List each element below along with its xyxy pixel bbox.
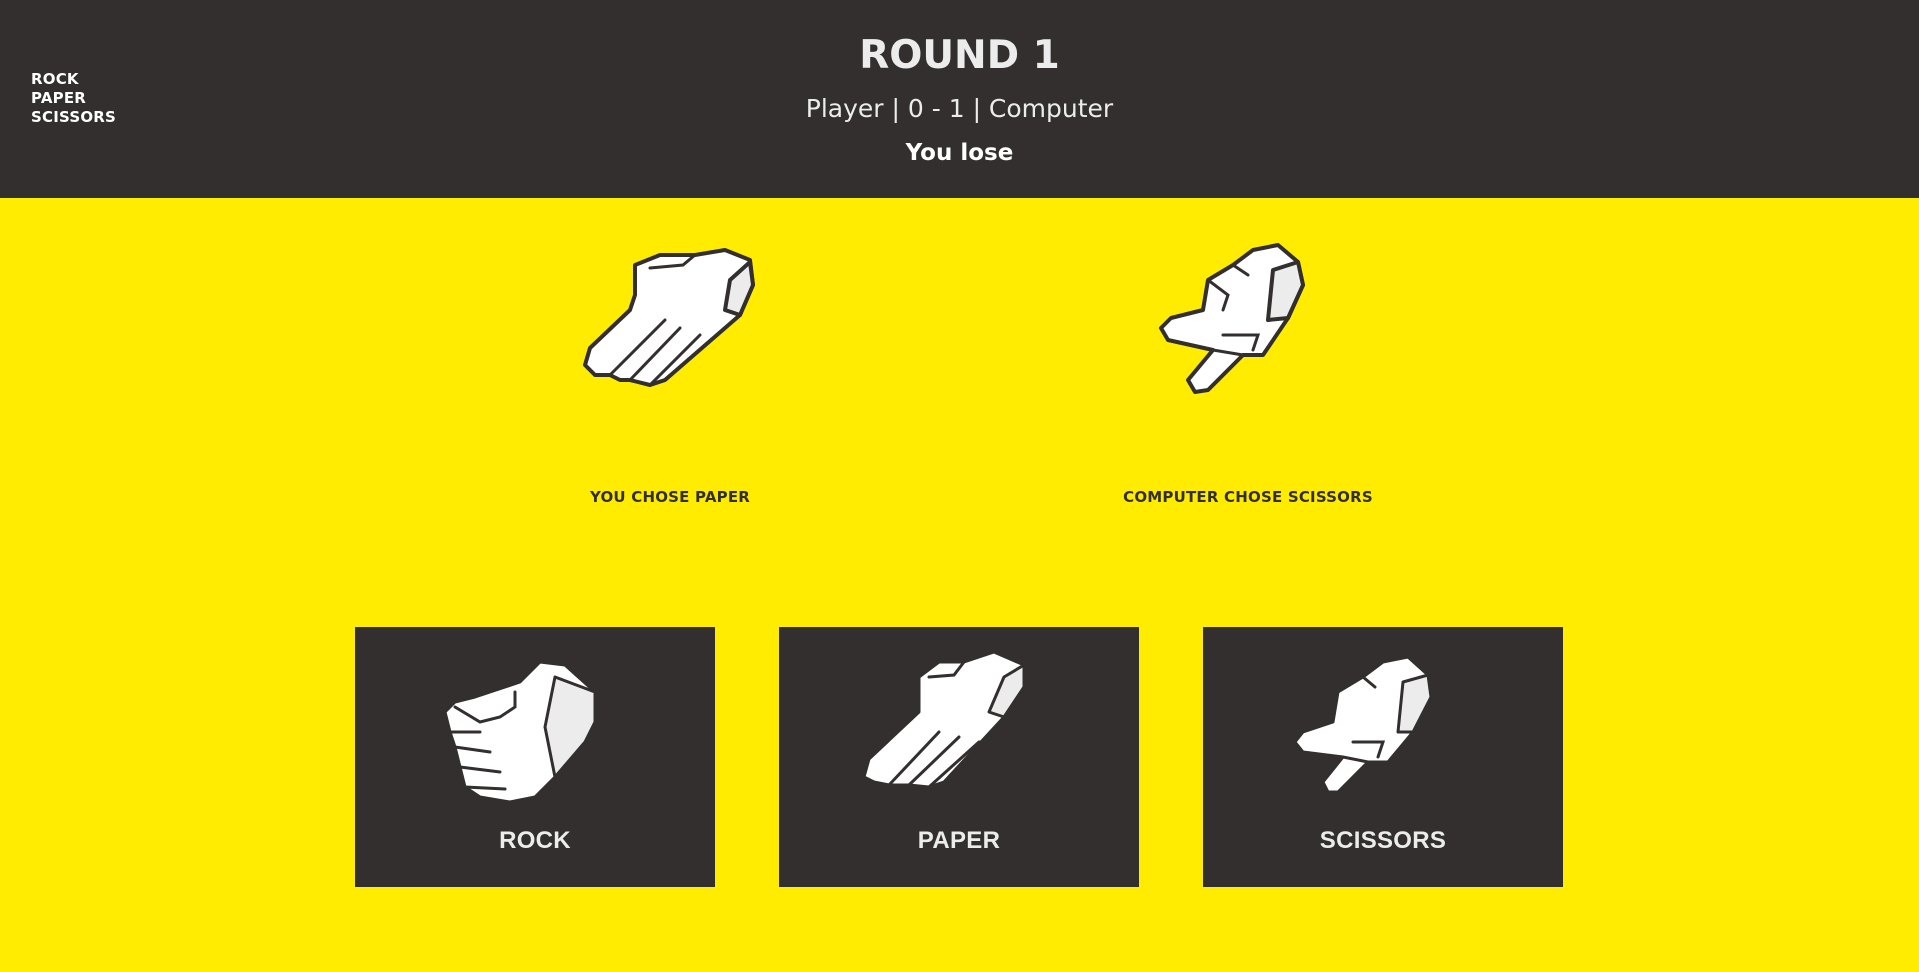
round-result: You lose bbox=[905, 140, 1014, 166]
rock-fist-icon bbox=[443, 660, 597, 804]
round-title: ROUND 1 bbox=[859, 33, 1060, 78]
scissors-button[interactable]: SCISSORS bbox=[1203, 627, 1563, 887]
paper-button[interactable]: PAPER bbox=[779, 627, 1139, 887]
game-header: ROCK PAPER SCISSORS ROUND 1 Player | 0 -… bbox=[0, 0, 1919, 198]
scissors-button-label: SCISSORS bbox=[1319, 827, 1447, 854]
paper-hand-icon bbox=[862, 650, 1026, 789]
scissors-hand-icon bbox=[1159, 243, 1305, 394]
paper-button-label: PAPER bbox=[917, 827, 1001, 854]
score-line: Player | 0 - 1 | Computer bbox=[805, 94, 1114, 123]
rock-button-label: ROCK bbox=[499, 827, 571, 854]
scissors-hand-icon bbox=[1293, 655, 1433, 794]
player-choice-caption: YOU CHOSE PAPER bbox=[589, 488, 751, 506]
rock-button[interactable]: ROCK bbox=[355, 627, 715, 887]
computer-choice-caption: COMPUTER CHOSE SCISSORS bbox=[1123, 488, 1373, 506]
paper-hand-icon bbox=[583, 248, 755, 387]
